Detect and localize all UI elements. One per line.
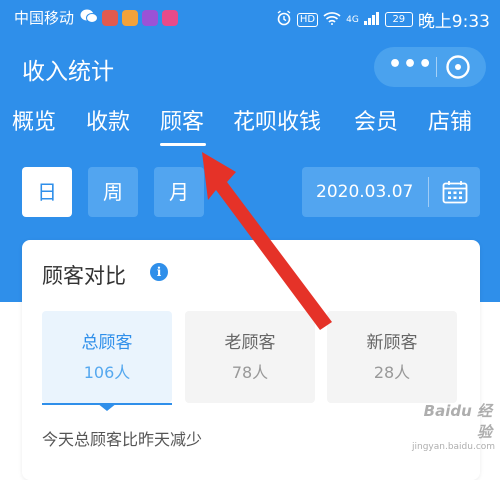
stat-label: 总顾客 [81, 333, 133, 353]
tab-huabei[interactable]: 花呗收钱 [233, 104, 321, 136]
more-button[interactable]: ••• [388, 47, 432, 87]
tab-customers[interactable]: 顾客 [160, 104, 204, 136]
baidu-jingyan-watermark: Baidu 经验 jingyan.baidu.com [412, 400, 496, 452]
info-icon[interactable]: i [150, 263, 168, 281]
stat-new-customers[interactable]: 新顾客 28人 [327, 311, 457, 403]
watermark-url: jingyan.baidu.com [412, 442, 496, 452]
period-day-button[interactable]: 日 [22, 167, 72, 217]
alarm-icon [276, 9, 292, 30]
period-week-button[interactable]: 周 [88, 167, 138, 217]
date-picker[interactable]: 2020.03.07 [302, 167, 480, 217]
date-divider [428, 177, 429, 207]
tab-payments[interactable]: 收款 [86, 104, 130, 136]
status-left: 中国移动 [14, 7, 179, 28]
comparison-text: 今天总顾客比昨天减少 [42, 430, 203, 449]
calendar-icon[interactable] [442, 180, 468, 204]
status-bar: 中国移动 HD 4G 29 晚上9:33 [0, 0, 500, 34]
status-right: HD 4G 29 晚上9:33 [276, 7, 490, 32]
stat-value: 78人 [231, 363, 269, 382]
tab-overview[interactable]: 概览 [12, 104, 56, 136]
stat-label: 老顾客 [224, 333, 276, 353]
watermark-logo: Baidu 经验 [423, 402, 492, 441]
date-value: 2020.03.07 [316, 182, 414, 202]
signal-icon [363, 11, 380, 29]
card-title: 顾客对比 [42, 264, 126, 288]
close-button[interactable] [444, 53, 472, 81]
stat-total-customers[interactable]: 总顾客 106人 [42, 311, 172, 403]
hd-badge: HD [296, 12, 319, 27]
page-title: 收入统计 [22, 59, 114, 85]
stat-label: 新顾客 [366, 333, 418, 353]
carrier-label: 中国移动 [14, 9, 75, 27]
app-notification-icon [122, 9, 139, 26]
network-type: 4G [346, 14, 359, 25]
tab-store[interactable]: 店铺 [428, 104, 472, 136]
wechat-icon [80, 8, 99, 28]
close-icon [446, 55, 470, 79]
wifi-icon [323, 11, 341, 29]
app-notification-icon [102, 9, 119, 26]
mini-program-capsule: ••• [374, 47, 486, 87]
clock: 晚上9:33 [417, 12, 490, 32]
tab-bar: 概览 收款 顾客 花呗收钱 会员 店铺 [0, 104, 500, 144]
active-tab-indicator [160, 143, 206, 146]
stat-value: 28人 [373, 363, 411, 382]
stat-value: 106人 [83, 363, 131, 382]
selection-indicator-pointer [97, 403, 117, 411]
battery-icon: 29 [384, 12, 413, 27]
app-notification-icon [142, 9, 159, 26]
app-notification-icon [162, 9, 179, 26]
stat-returning-customers[interactable]: 老顾客 78人 [185, 311, 315, 403]
capsule-divider [436, 57, 437, 77]
tab-members[interactable]: 会员 [354, 104, 398, 136]
period-month-button[interactable]: 月 [154, 167, 204, 217]
